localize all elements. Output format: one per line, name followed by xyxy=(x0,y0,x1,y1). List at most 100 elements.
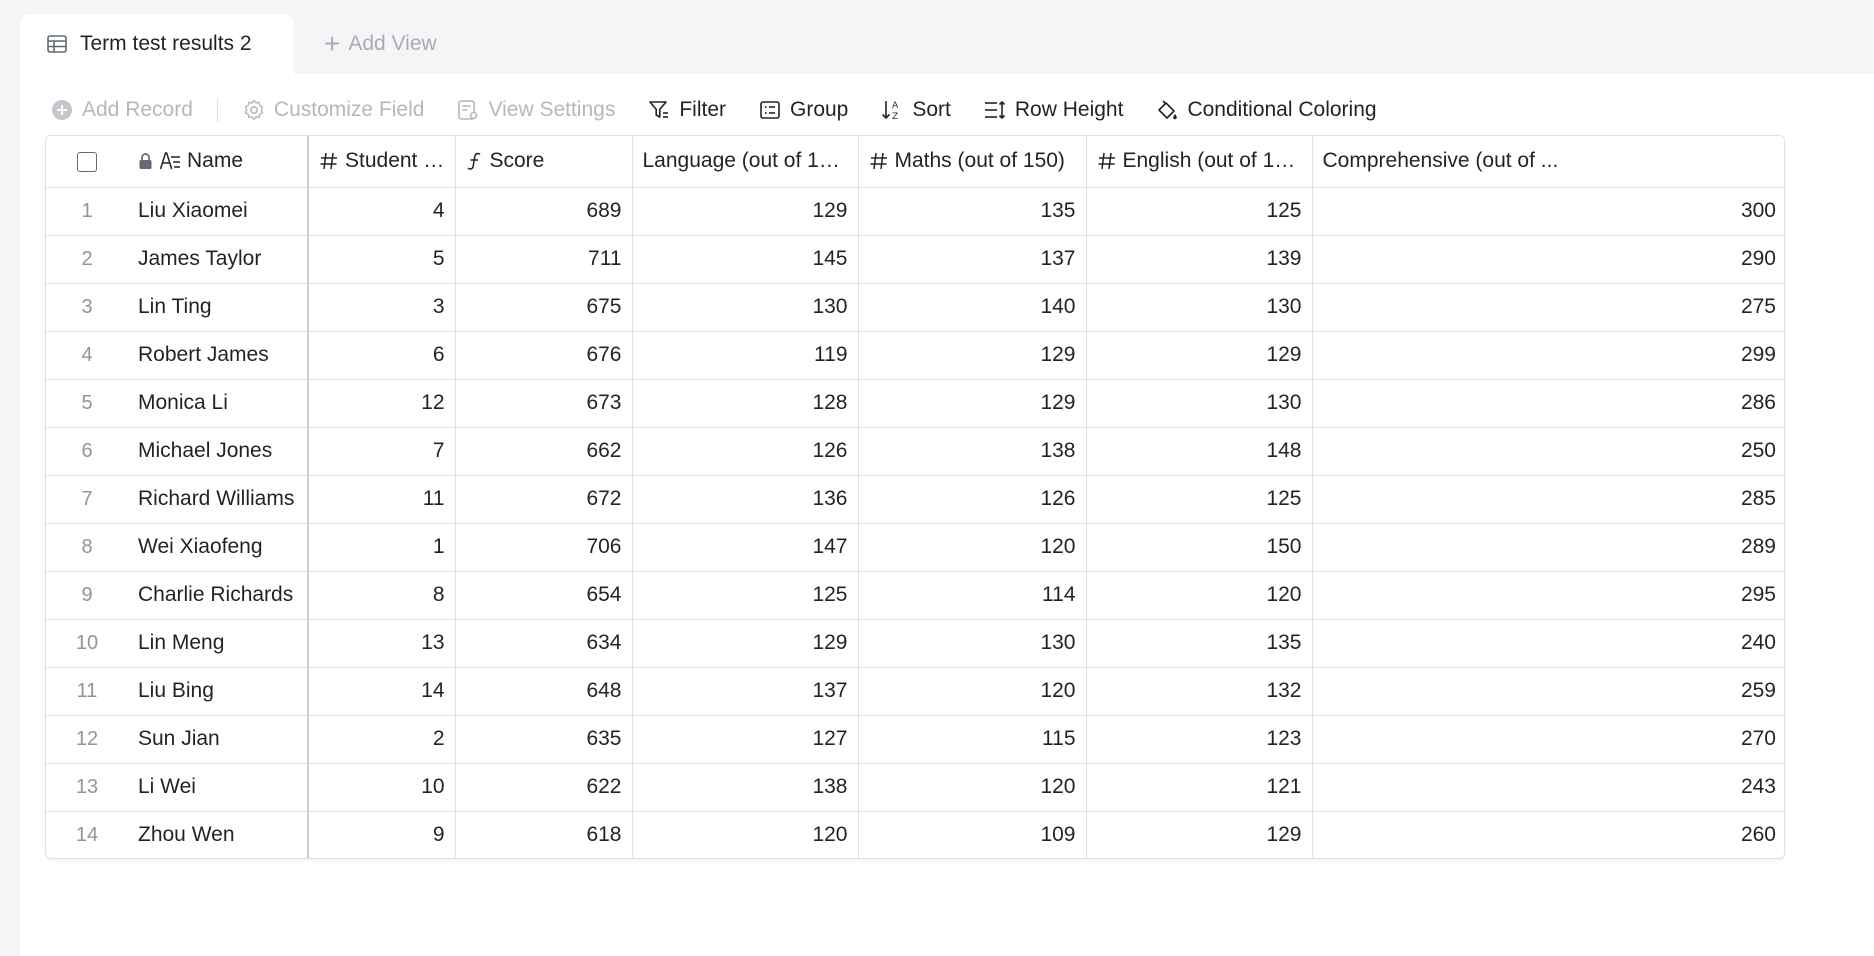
cell-student-no[interactable]: 4 xyxy=(308,187,456,236)
cell-name[interactable]: Liu Bing xyxy=(128,667,309,716)
cell-student-no[interactable]: 3 xyxy=(308,283,456,332)
cell-maths[interactable]: 138 xyxy=(858,427,1087,476)
cell-name[interactable]: Sun Jian xyxy=(128,715,309,764)
cell-english[interactable]: 125 xyxy=(1086,475,1313,524)
cell-student-no[interactable]: 5 xyxy=(308,235,456,284)
cell-maths[interactable]: 140 xyxy=(858,283,1087,332)
cell-english[interactable]: 130 xyxy=(1086,379,1313,428)
column-header-maths[interactable]: Maths (out of 150) xyxy=(858,136,1087,188)
filter-button[interactable]: Filter xyxy=(647,98,726,122)
cell-comprehensive[interactable]: 289 xyxy=(1312,523,1784,572)
cell-score[interactable]: 675 xyxy=(455,283,633,332)
cell-comprehensive[interactable]: 243 xyxy=(1312,763,1784,812)
add-view-button[interactable]: + Add View xyxy=(294,14,437,74)
cell-language[interactable]: 136 xyxy=(632,475,859,524)
cell-english[interactable]: 150 xyxy=(1086,523,1313,572)
table-row[interactable]: 5 Monica Li 12 673 128 129 130 286 xyxy=(46,379,1784,428)
cell-score[interactable]: 673 xyxy=(455,379,633,428)
cell-score[interactable]: 654 xyxy=(455,571,633,620)
table-row[interactable]: 6 Michael Jones 7 662 126 138 148 250 xyxy=(46,427,1784,476)
cell-maths[interactable]: 137 xyxy=(858,235,1087,284)
view-settings-button[interactable]: View Settings xyxy=(456,98,615,122)
cell-maths[interactable]: 126 xyxy=(858,475,1087,524)
group-button[interactable]: Group xyxy=(758,98,848,122)
cell-comprehensive[interactable]: 260 xyxy=(1312,811,1784,858)
column-header-score[interactable]: Score xyxy=(455,136,633,188)
cell-student-no[interactable]: 2 xyxy=(308,715,456,764)
cell-language[interactable]: 126 xyxy=(632,427,859,476)
cell-language[interactable]: 145 xyxy=(632,235,859,284)
cell-name[interactable]: Lin Ting xyxy=(128,283,309,332)
table-row[interactable]: 9 Charlie Richards 8 654 125 114 120 295 xyxy=(46,571,1784,620)
cell-english[interactable]: 129 xyxy=(1086,811,1313,858)
cell-language[interactable]: 130 xyxy=(632,283,859,332)
cell-comprehensive[interactable]: 290 xyxy=(1312,235,1784,284)
cell-language[interactable]: 137 xyxy=(632,667,859,716)
cell-student-no[interactable]: 7 xyxy=(308,427,456,476)
cell-language[interactable]: 119 xyxy=(632,331,859,380)
cell-maths[interactable]: 120 xyxy=(858,763,1087,812)
cell-english[interactable]: 139 xyxy=(1086,235,1313,284)
cell-comprehensive[interactable]: 250 xyxy=(1312,427,1784,476)
conditional-coloring-button[interactable]: Conditional Coloring xyxy=(1155,98,1377,122)
cell-maths[interactable]: 120 xyxy=(858,667,1087,716)
column-header-name[interactable]: Name xyxy=(128,136,309,188)
column-header-language[interactable]: Language (out of 150) xyxy=(632,136,859,188)
table-row[interactable]: 7 Richard Williams 11 672 136 126 125 285 xyxy=(46,475,1784,524)
cell-student-no[interactable]: 12 xyxy=(308,379,456,428)
cell-student-no[interactable]: 9 xyxy=(308,811,456,858)
table-row[interactable]: 8 Wei Xiaofeng 1 706 147 120 150 289 xyxy=(46,523,1784,572)
table-row[interactable]: 3 Lin Ting 3 675 130 140 130 275 xyxy=(46,283,1784,332)
cell-name[interactable]: Li Wei xyxy=(128,763,309,812)
table-row[interactable]: 13 Li Wei 10 622 138 120 121 243 xyxy=(46,763,1784,812)
cell-maths[interactable]: 129 xyxy=(858,331,1087,380)
cell-student-no[interactable]: 14 xyxy=(308,667,456,716)
cell-student-no[interactable]: 13 xyxy=(308,619,456,668)
cell-english[interactable]: 125 xyxy=(1086,187,1313,236)
cell-comprehensive[interactable]: 286 xyxy=(1312,379,1784,428)
cell-language[interactable]: 129 xyxy=(632,619,859,668)
cell-english[interactable]: 130 xyxy=(1086,283,1313,332)
cell-comprehensive[interactable]: 295 xyxy=(1312,571,1784,620)
cell-score[interactable]: 634 xyxy=(455,619,633,668)
cell-english[interactable]: 121 xyxy=(1086,763,1313,812)
cell-english[interactable]: 120 xyxy=(1086,571,1313,620)
table-row[interactable]: 12 Sun Jian 2 635 127 115 123 270 xyxy=(46,715,1784,764)
cell-language[interactable]: 120 xyxy=(632,811,859,858)
cell-score[interactable]: 662 xyxy=(455,427,633,476)
cell-maths[interactable]: 120 xyxy=(858,523,1087,572)
column-header-student-no[interactable]: Student no. xyxy=(308,136,456,188)
cell-english[interactable]: 135 xyxy=(1086,619,1313,668)
cell-score[interactable]: 618 xyxy=(455,811,633,858)
cell-language[interactable]: 129 xyxy=(632,187,859,236)
cell-name[interactable]: Charlie Richards xyxy=(128,571,309,620)
cell-comprehensive[interactable]: 259 xyxy=(1312,667,1784,716)
cell-score[interactable]: 648 xyxy=(455,667,633,716)
cell-maths[interactable]: 109 xyxy=(858,811,1087,858)
table-row[interactable]: 14 Zhou Wen 9 618 120 109 129 260 xyxy=(46,811,1784,858)
cell-student-no[interactable]: 8 xyxy=(308,571,456,620)
cell-name[interactable]: James Taylor xyxy=(128,235,309,284)
column-header-comprehensive[interactable]: Comprehensive (out of ... xyxy=(1312,136,1784,188)
cell-comprehensive[interactable]: 300 xyxy=(1312,187,1784,236)
cell-maths[interactable]: 115 xyxy=(858,715,1087,764)
cell-language[interactable]: 125 xyxy=(632,571,859,620)
cell-language[interactable]: 147 xyxy=(632,523,859,572)
cell-name[interactable]: Wei Xiaofeng xyxy=(128,523,309,572)
cell-score[interactable]: 622 xyxy=(455,763,633,812)
cell-name[interactable]: Robert James xyxy=(128,331,309,380)
cell-english[interactable]: 123 xyxy=(1086,715,1313,764)
cell-score[interactable]: 672 xyxy=(455,475,633,524)
cell-name[interactable]: Zhou Wen xyxy=(128,811,309,858)
tab-term-test-results-2[interactable]: Term test results 2 xyxy=(20,14,294,74)
table-row[interactable]: 4 Robert James 6 676 119 129 129 299 xyxy=(46,331,1784,380)
cell-maths[interactable]: 114 xyxy=(858,571,1087,620)
customize-field-button[interactable]: Customize Field xyxy=(242,98,424,122)
sort-button[interactable]: AZ Sort xyxy=(880,98,951,122)
cell-english[interactable]: 148 xyxy=(1086,427,1313,476)
cell-name[interactable]: Richard Williams xyxy=(128,475,309,524)
cell-maths[interactable]: 135 xyxy=(858,187,1087,236)
cell-maths[interactable]: 129 xyxy=(858,379,1087,428)
cell-comprehensive[interactable]: 240 xyxy=(1312,619,1784,668)
cell-language[interactable]: 138 xyxy=(632,763,859,812)
